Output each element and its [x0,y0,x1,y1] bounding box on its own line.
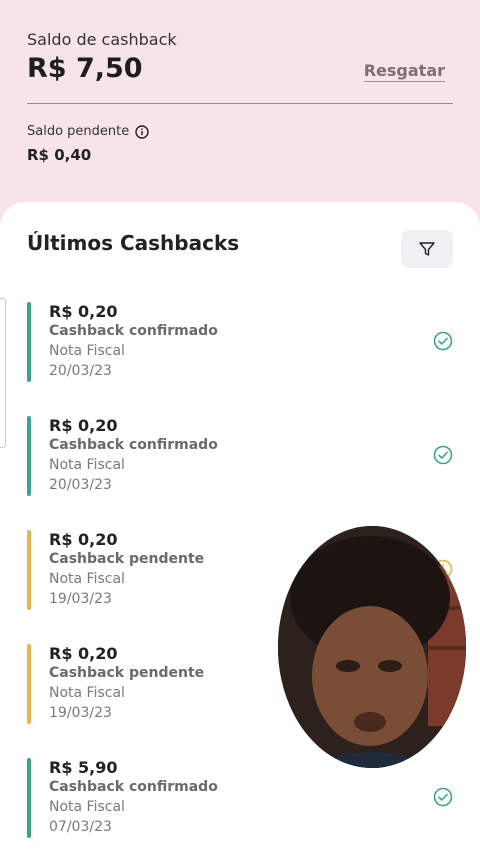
cashback-status: Cashback pendente [49,551,205,567]
cashback-status: Cashback confirmado [49,437,218,453]
info-icon[interactable] [135,124,149,139]
divider [27,103,453,104]
cashback-amount: R$ 0,20 [49,416,118,435]
side-handle[interactable] [0,298,6,448]
cashback-item[interactable]: R$ 0,20 Cashback confirmado Nota Fiscal … [27,416,453,496]
cashback-source: Nota Fiscal [49,685,125,701]
cashback-source: Nota Fiscal [49,571,125,587]
status-bar [27,530,31,610]
cashback-source: Nota Fiscal [49,799,125,815]
cashback-date: 19/03/23 [49,591,112,607]
cashback-date: 19/03/23 [49,705,112,721]
section-title: Últimos Cashbacks [27,231,240,255]
check-circle-icon [433,445,453,465]
status-bar [27,644,31,724]
cashback-amount: R$ 0,20 [49,302,118,321]
status-bar [27,302,31,382]
cashback-item[interactable]: R$ 5,90 Cashback confirmado Nota Fiscal … [27,758,453,838]
check-circle-icon [433,787,453,807]
person-video-image [278,526,466,768]
filter-icon [419,242,435,256]
cashback-date: 07/03/23 [49,819,112,835]
webcam-overlay [278,526,466,768]
pending-balance-row: Saldo pendente [27,124,149,139]
cashback-amount: R$ 5,90 [49,758,118,777]
cashback-amount: R$ 0,20 [49,530,118,549]
cashback-status: Cashback pendente [49,665,205,681]
status-bar [27,416,31,496]
cashback-status: Cashback confirmado [49,323,218,339]
balance-label: Saldo de cashback [27,30,177,49]
cashback-item[interactable]: R$ 0,20 Cashback confirmado Nota Fiscal … [27,302,453,382]
balance-header: Saldo de cashback R$ 7,50 Resgatar Saldo… [0,0,480,230]
check-circle-icon [433,331,453,351]
cashback-status: Cashback confirmado [49,779,218,795]
redeem-link[interactable]: Resgatar [363,61,445,82]
cashback-date: 20/03/23 [49,477,112,493]
status-bar [27,758,31,838]
pending-balance-label: Saldo pendente [27,124,130,139]
cashback-date: 20/03/23 [49,363,112,379]
cashback-amount: R$ 0,20 [49,644,118,663]
pending-balance-value: R$ 0,40 [27,146,92,164]
cashback-source: Nota Fiscal [49,343,125,359]
balance-value: R$ 7,50 [27,53,143,84]
filter-button[interactable] [401,230,453,268]
cashback-source: Nota Fiscal [49,457,125,473]
